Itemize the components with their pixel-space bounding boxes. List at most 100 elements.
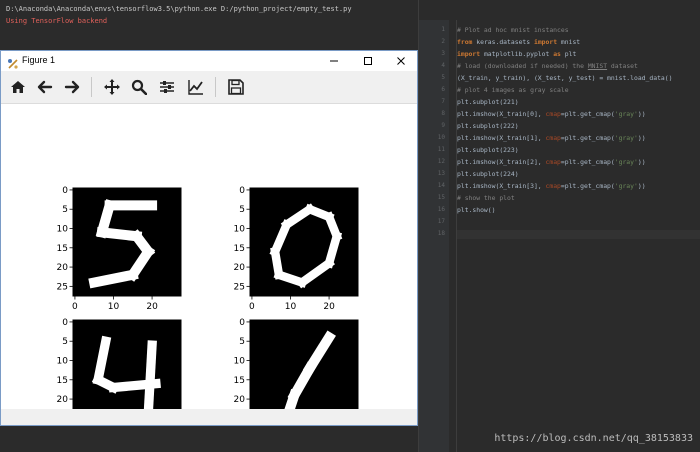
- code-line: plt.show(): [457, 206, 496, 214]
- x-tick-label: 10: [285, 302, 297, 312]
- home-icon: [11, 81, 25, 93]
- minimize-button[interactable]: [317, 51, 351, 71]
- y-tick-label: 20: [57, 263, 69, 273]
- save-button[interactable]: [225, 76, 247, 98]
- code-line: # show the plot: [457, 194, 515, 202]
- y-tick-label: 10: [57, 225, 69, 235]
- figure-title: Figure 1: [22, 55, 56, 65]
- line-number: 17: [437, 218, 445, 225]
- line-number: 10: [437, 134, 445, 141]
- subplots-config-icon: [160, 81, 174, 93]
- subplot-grid: 0 10 20 0 5 10 15 20 25 0 10 20 0 5 10 15 20 25 0 10 20 0 5 10 1…: [57, 186, 359, 444]
- watermark: https://blog.csdn.net/qq_38153833: [494, 433, 693, 444]
- figure-titlebar[interactable]: Figure 1: [1, 51, 417, 71]
- close-button[interactable]: [384, 51, 418, 71]
- line-number: 7: [441, 98, 445, 105]
- y-tick-label: 15: [57, 376, 68, 386]
- edit-axes-icon: [188, 80, 203, 95]
- zoom-magnifier-icon: [131, 79, 147, 95]
- zoom-button[interactable]: [128, 76, 150, 98]
- pan-button[interactable]: [101, 76, 123, 98]
- line-number: 14: [437, 182, 445, 189]
- y-tick-label: 20: [57, 395, 69, 405]
- figure-window[interactable]: Figure 1 0 10 20 0 5 10 15 20 25 0 10 20…: [0, 50, 418, 444]
- code-line: plt.subplot(222): [457, 122, 519, 130]
- code-line: # Plot ad hoc mnist instances: [457, 26, 569, 34]
- fold-gutter: [450, 20, 457, 452]
- close-icon: [397, 57, 405, 65]
- y-tick-label: 0: [62, 186, 68, 196]
- code-line: plt.subplot(223): [457, 146, 519, 154]
- code-line: from keras.datasets import mnist: [457, 38, 581, 46]
- code-line-current: [457, 230, 700, 239]
- line-number: 4: [441, 62, 445, 69]
- toolbar-separator: [91, 77, 92, 97]
- maximize-button[interactable]: [351, 51, 385, 71]
- toolbar-separator: [215, 77, 216, 97]
- y-tick-label: 10: [234, 225, 246, 235]
- line-number: 5: [441, 74, 445, 81]
- image-background: [73, 320, 181, 428]
- y-tick-label: 5: [239, 205, 245, 215]
- console-stderr-line: Using TensorFlow backend: [6, 17, 108, 25]
- forward-button[interactable]: [61, 76, 83, 98]
- line-number: 18: [437, 230, 445, 237]
- edit-axes-button[interactable]: [185, 76, 207, 98]
- home-button[interactable]: [7, 76, 29, 98]
- y-tick-label: 25: [57, 282, 68, 292]
- configure-subplots-button[interactable]: [156, 76, 178, 98]
- y-tick-label: 25: [234, 282, 245, 292]
- subplot-223: 010200510152025: [57, 318, 182, 444]
- code-line: (X_train, y_train), (X_test, y_test) = m…: [457, 74, 673, 82]
- x-tick-label: 0: [249, 302, 255, 312]
- y-tick-label: 10: [234, 357, 246, 367]
- line-number: 13: [437, 170, 445, 177]
- minimize-icon: [330, 60, 338, 62]
- code-line: plt.imshow(X_train[0], cmap=plt.get_cmap…: [457, 110, 646, 118]
- subplot-224: 010200510152025: [234, 318, 359, 444]
- code-editor[interactable]: 1 2 3 4 5 6 7 8 9 10 11 12 13 14 15 16 1…: [418, 0, 700, 452]
- y-tick-label: 15: [234, 244, 245, 254]
- figure-canvas[interactable]: 0 10 20 0 5 10 15 20 25 0 10 20 0 5 10 15 20 25 0 10 20 0 5 10 1…: [1, 104, 417, 444]
- y-tick-label: 10: [57, 357, 69, 367]
- back-button[interactable]: [34, 76, 56, 98]
- subplot-221: 0 10 20 0 5 10 15 20 25: [57, 186, 182, 312]
- x-tick-label: 20: [146, 302, 158, 312]
- x-tick-label: 10: [108, 302, 120, 312]
- line-number: 11: [437, 146, 445, 153]
- y-tick-label: 15: [234, 376, 245, 386]
- y-tick-label: 0: [239, 186, 245, 196]
- y-tick-label: 0: [239, 318, 245, 328]
- line-number: 16: [437, 206, 445, 213]
- forward-arrow-icon: [64, 80, 80, 94]
- line-number: 8: [441, 110, 445, 117]
- line-number: 12: [437, 158, 445, 165]
- pan-move-icon: [104, 79, 120, 95]
- image-background: [250, 320, 358, 428]
- y-tick-label: 5: [62, 205, 68, 215]
- code-line: import matplotlib.pyplot as plt: [457, 50, 577, 58]
- back-arrow-icon: [37, 80, 53, 94]
- line-number-gutter: 1 2 3 4 5 6 7 8 9 10 11 12 13 14 15 16 1…: [419, 20, 449, 452]
- subplot-222: 0 10 20 0 5 10 15 20 25: [234, 186, 359, 312]
- code-line: plt.subplot(224): [457, 170, 519, 178]
- code-line: plt.imshow(X_train[1], cmap=plt.get_cmap…: [457, 134, 646, 142]
- line-number: 6: [441, 86, 445, 93]
- line-number: 3: [441, 50, 445, 57]
- line-number: 2: [441, 38, 445, 45]
- line-number: 9: [441, 122, 445, 129]
- y-tick-label: 20: [234, 395, 246, 405]
- code-line: plt.imshow(X_train[2], cmap=plt.get_cmap…: [457, 158, 646, 166]
- y-tick-label: 5: [62, 337, 68, 347]
- line-number: 15: [437, 194, 445, 201]
- y-tick-label: 0: [62, 318, 68, 328]
- figure-toolbar: [1, 71, 417, 104]
- y-tick-label: 20: [234, 263, 246, 273]
- x-tick-label: 0: [72, 302, 78, 312]
- matplotlib-app-icon: [7, 55, 19, 69]
- code-line: # load (downloaded if needed) the MNIST …: [457, 62, 638, 70]
- y-tick-label: 15: [57, 244, 68, 254]
- console-command-line: D:\Anaconda\Anaconda\envs\tensorflow3.5\…: [6, 5, 352, 13]
- code-line: plt.subplot(221): [457, 98, 519, 106]
- x-tick-label: 20: [323, 302, 335, 312]
